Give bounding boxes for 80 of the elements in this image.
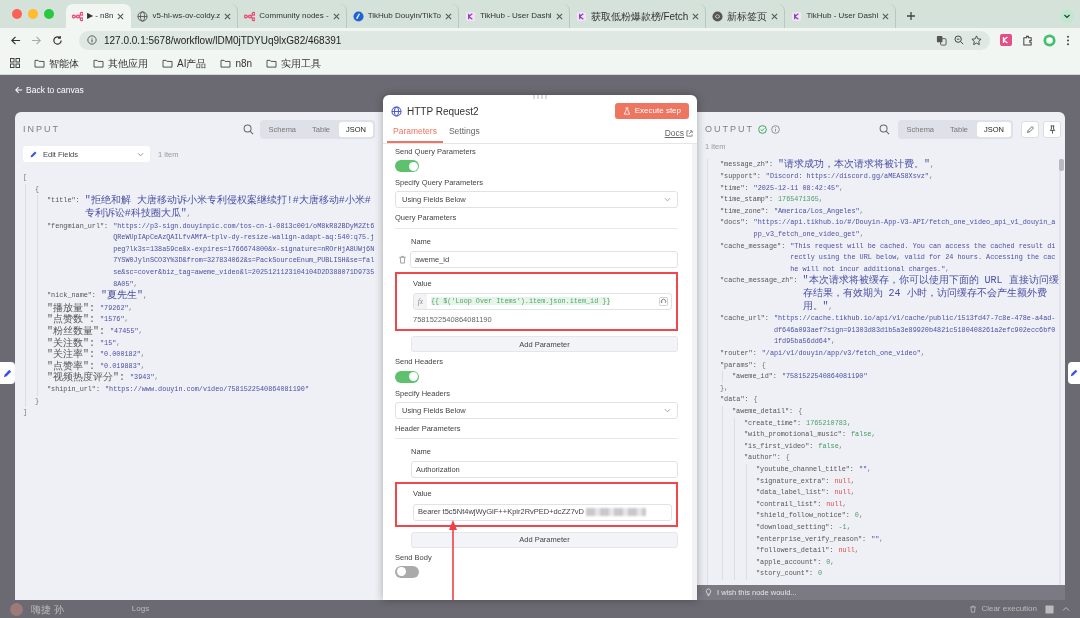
panel-title: OUTPUT: [705, 122, 754, 136]
expand-icon[interactable]: [659, 297, 668, 306]
external-link-icon: [686, 129, 693, 137]
pin-data-button[interactable]: [1043, 121, 1061, 139]
chevron-down-icon: [664, 196, 671, 204]
close-icon[interactable]: [332, 12, 340, 20]
close-icon[interactable]: [555, 12, 563, 20]
extension-icon[interactable]: [1000, 34, 1012, 46]
address-bar[interactable]: 127.0.0.1:5678/workflow/lDM0jTDYUq9lxG82/468391: [79, 30, 990, 50]
back-to-canvas-link[interactable]: Back to canvas: [15, 82, 84, 98]
puzzle-icon[interactable]: [1022, 34, 1033, 46]
browser-logo-icon: [712, 10, 724, 22]
star-icon[interactable]: [971, 34, 982, 46]
trash-icon: [969, 605, 978, 613]
back-icon[interactable]: [10, 34, 21, 46]
zoom-icon[interactable]: [954, 35, 964, 45]
edit-node-tab[interactable]: [0, 362, 15, 384]
pencil-icon: [1025, 125, 1035, 135]
close-icon[interactable]: [771, 12, 779, 20]
folder-icon: [34, 58, 45, 68]
url-text: 127.0.0.1:5678/workflow/lDM0jTDYUq9lxG82/468391: [104, 33, 342, 48]
close-icon[interactable]: [117, 12, 125, 20]
app-logo-icon: [791, 10, 803, 22]
folder-icon: [93, 58, 104, 68]
n8n-logo-icon: [72, 10, 83, 22]
arrow-left-icon: [15, 86, 23, 94]
pin-icon: [1047, 125, 1057, 135]
edit-node-tab[interactable]: [1068, 362, 1080, 384]
tab-search-icon[interactable]: [1060, 9, 1074, 23]
json-key: "播放量":: [47, 302, 95, 315]
bookmark[interactable]: 其他应用: [93, 55, 148, 71]
bookmark[interactable]: 智能体: [34, 55, 79, 71]
json-key: "视频热度评分":: [47, 372, 125, 384]
panel-title: INPUT: [23, 122, 60, 136]
search-icon[interactable]: [878, 124, 890, 136]
drag-handle-icon[interactable]: [532, 95, 548, 99]
menu-icon[interactable]: [1066, 34, 1070, 46]
close-icon[interactable]: [882, 12, 890, 20]
panel-tab[interactable]: Settings: [442, 123, 486, 143]
app-logo-icon: [464, 10, 476, 22]
app-logo-icon: [352, 10, 364, 22]
apps-grid-icon[interactable]: [10, 58, 20, 68]
json-key: "粉丝数量":: [47, 325, 105, 338]
globe-icon: [137, 10, 149, 22]
bookmark[interactable]: 实用工具: [266, 55, 322, 71]
search-icon[interactable]: [242, 124, 254, 136]
lightbulb-icon: [705, 588, 712, 597]
flask-icon: [622, 107, 631, 115]
json-key: "关注率":: [47, 349, 95, 361]
n8n-logo-icon: [244, 10, 256, 22]
pencil-icon: [1069, 368, 1079, 378]
bookmark[interactable]: n8n: [220, 55, 253, 71]
panel-icon[interactable]: [1045, 604, 1054, 614]
close-icon[interactable]: [224, 12, 232, 20]
chevron-down-icon: [664, 406, 671, 414]
bookmark[interactable]: AI产品: [162, 55, 207, 71]
pencil-icon: [29, 149, 38, 159]
reload-icon[interactable]: [52, 34, 63, 46]
close-icon[interactable]: [444, 12, 452, 20]
pencil-icon: [2, 367, 13, 379]
json-key: "点赞率":: [47, 360, 95, 373]
docs-link[interactable]: Docs: [664, 127, 693, 143]
user-name: 嗨捷 孙: [31, 602, 64, 617]
toggle-switch[interactable]: [395, 370, 419, 383]
app-logo-icon: [575, 10, 587, 22]
toggle-switch[interactable]: [395, 160, 419, 172]
browser-tab[interactable]: ▶ - n8n: [66, 4, 132, 28]
json-key: "关注数":: [47, 337, 95, 350]
new-tab-icon[interactable]: [906, 11, 917, 21]
node-title: HTTP Request2: [407, 104, 479, 119]
info-icon: [87, 35, 97, 45]
chevron-down-icon: [137, 150, 144, 158]
translate-icon[interactable]: [936, 34, 947, 46]
globe-icon: [391, 105, 402, 117]
folder-icon: [162, 58, 173, 68]
toggle-switch[interactable]: [395, 565, 419, 578]
folder-icon: [266, 58, 278, 68]
close-icon[interactable]: [692, 12, 700, 20]
json-key: "点赞数":: [47, 314, 95, 326]
folder-icon: [220, 58, 232, 68]
